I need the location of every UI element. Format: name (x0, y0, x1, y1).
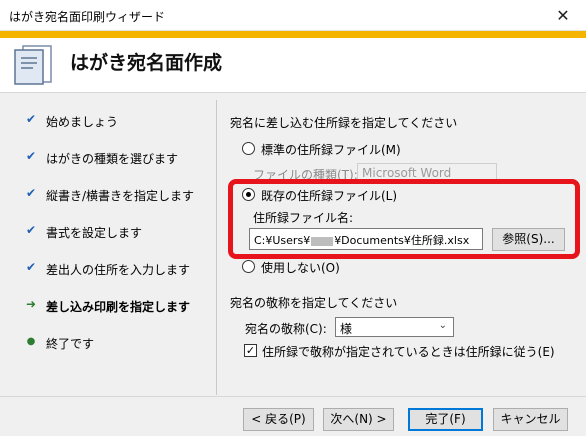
wizard-header: はがき宛名面作成 (0, 31, 586, 93)
step-label: はがきの種類を選びます (46, 152, 179, 166)
step-label: 縦書き/横書きを指定します (46, 189, 195, 203)
step-item: ✔ 縦書き/横書きを指定します (0, 184, 216, 208)
cancel-button[interactable]: キャンセル (493, 408, 568, 431)
honorific-value: 様 (340, 322, 353, 336)
next-button[interactable]: 次へ(N) > (323, 408, 394, 431)
button-bar: < 戻る(P) 次へ(N) > 完了(F) キャンセル (0, 396, 586, 436)
honorific-label: 宛名の敬称(C): (245, 322, 327, 336)
step-item: ✔ はがきの種類を選びます (0, 147, 216, 171)
title-bar: はがき宛名面印刷ウィザード ✕ (0, 0, 586, 31)
honorific-follow-label: 住所録で敬称が指定されているときは住所録に従う(E) (262, 345, 555, 359)
page-title: はがき宛名面作成 (70, 52, 223, 74)
step-label: 始めましょう (46, 115, 119, 129)
postcard-icon (14, 45, 52, 85)
honorific-select[interactable]: 様 ⌄ (335, 317, 454, 337)
step-item: ✔ 差出人の住所を入力します (0, 258, 216, 282)
check-icon: ✔ (25, 112, 37, 126)
finish-button[interactable]: 完了(F) (408, 408, 483, 431)
wizard-steps: ✔ 始めましょう ✔ はがきの種類を選びます ✔ 縦書き/横書きを指定します ✔… (0, 94, 216, 394)
standard-address-label: 標準の住所録ファイル(M) (261, 143, 401, 157)
honorific-section-heading: 宛名の敬称を指定してください (230, 296, 398, 310)
check-icon: ✔ (25, 186, 37, 200)
step-label: 書式を設定します (46, 226, 143, 240)
arrow-right-icon: ➜ (25, 297, 37, 311)
step-item: ✔ 始めましょう (0, 110, 216, 134)
step-label: 差し込み印刷を指定します (46, 300, 191, 314)
header-stripe (0, 31, 586, 38)
no-address-label: 使用しない(O) (261, 261, 340, 275)
step-label: 差出人の住所を入力します (46, 263, 191, 277)
back-button[interactable]: < 戻る(P) (243, 408, 314, 431)
close-icon[interactable]: ✕ (540, 0, 586, 31)
file-type-value: Microsoft Word (362, 166, 452, 180)
chevron-down-icon: ⌄ (438, 320, 447, 331)
standard-address-radio[interactable] (242, 142, 255, 155)
step-item: ● 終了です (0, 332, 216, 356)
no-address-radio[interactable] (242, 260, 255, 273)
honorific-follow-checkbox[interactable]: ✓ (244, 344, 257, 357)
address-section-heading: 宛名に差し込む住所録を指定してください (230, 116, 458, 130)
step-label: 終了です (46, 337, 95, 351)
highlight-annotation (228, 179, 580, 259)
bullet-icon: ● (26, 336, 36, 347)
check-icon: ✔ (25, 149, 37, 163)
step-item: ✔ 書式を設定します (0, 221, 216, 245)
check-icon: ✔ (25, 223, 37, 237)
window-title: はがき宛名面印刷ウィザード (9, 10, 166, 24)
step-item-current: ➜ 差し込み印刷を指定します (0, 295, 216, 319)
check-icon: ✔ (25, 260, 37, 274)
